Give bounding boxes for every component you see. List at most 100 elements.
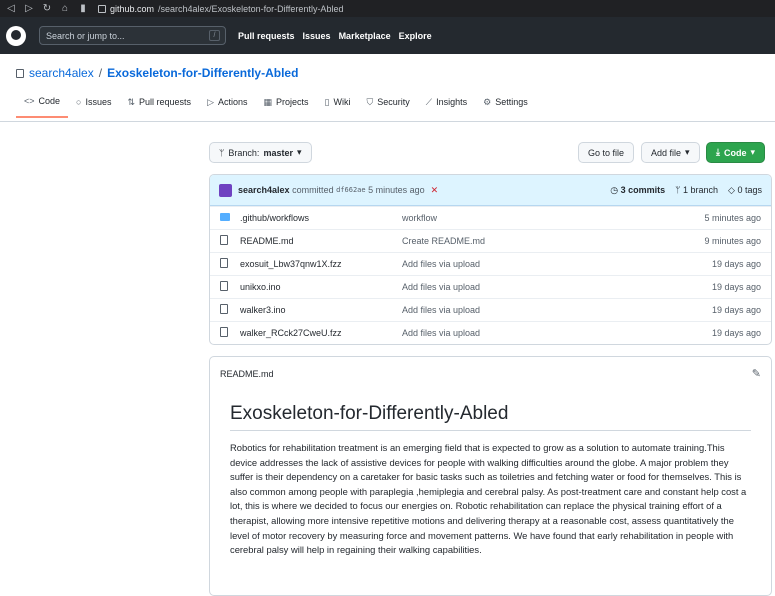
- readme-body: Robotics for rehabilitation treatment is…: [230, 442, 747, 556]
- tab-label: Wiki: [333, 97, 351, 107]
- file-name[interactable]: exosuit_Lbw37qnw1X.fzz: [240, 259, 402, 269]
- avatar[interactable]: [219, 183, 232, 197]
- tab-label: Issues: [85, 97, 112, 107]
- file-row[interactable]: README.md Create README.md 9 minutes ago: [210, 229, 771, 252]
- pencil-icon[interactable]: ✎: [752, 367, 761, 380]
- file-name[interactable]: README.md: [240, 236, 402, 246]
- file-icon: [220, 281, 228, 291]
- file-name[interactable]: walker_RCck27CweU.fzz: [240, 328, 402, 338]
- branches-count: 1 branch: [683, 184, 719, 195]
- readme-title: Exoskeleton-for-Differently-Abled: [230, 403, 751, 431]
- tab-issues[interactable]: ○ Issues: [68, 96, 119, 118]
- tab-security[interactable]: ⛉ Security: [358, 96, 417, 118]
- file-row[interactable]: exosuit_Lbw37qnw1X.fzz Add files via upl…: [210, 252, 771, 275]
- project-icon: ▦: [263, 96, 273, 107]
- tags-count: 0 tags: [737, 184, 762, 195]
- file-icon: [220, 327, 228, 337]
- tab-label: Insights: [436, 97, 468, 107]
- back-icon[interactable]: ◁: [6, 0, 16, 17]
- home-icon[interactable]: ⌂: [60, 0, 70, 17]
- global-nav: Pull requests Issues Marketplace Explore: [238, 31, 432, 41]
- tab-label: Code: [38, 96, 61, 106]
- gear-icon: ⚙: [483, 96, 492, 107]
- branch-label: Branch:: [228, 147, 260, 158]
- file-name[interactable]: walker3.ino: [240, 305, 402, 315]
- file-commit-message[interactable]: Add files via upload: [402, 305, 712, 315]
- search-input[interactable]: Search or jump to... /: [39, 26, 226, 45]
- folder-icon: [220, 213, 230, 221]
- search-shortcut-badge: /: [209, 30, 220, 41]
- repo-name-link[interactable]: Exoskeleton-for-Differently-Abled: [107, 66, 298, 80]
- search-placeholder: Search or jump to...: [46, 30, 125, 41]
- go-to-file-button[interactable]: Go to file: [578, 142, 635, 163]
- commit-sha[interactable]: df662ae: [336, 186, 366, 194]
- file-commit-message[interactable]: Create README.md: [402, 236, 704, 246]
- add-file-button[interactable]: Add file ▾: [641, 142, 700, 163]
- tab-label: Projects: [276, 97, 309, 107]
- tab-settings[interactable]: ⚙ Settings: [475, 96, 536, 118]
- file-age: 5 minutes ago: [704, 213, 761, 223]
- file-commit-message[interactable]: Add files via upload: [402, 282, 712, 292]
- github-logo-icon[interactable]: [6, 25, 26, 46]
- tab-pull-requests[interactable]: ⇅ Pull requests: [119, 96, 199, 118]
- nav-explore[interactable]: Explore: [399, 31, 432, 41]
- nav-issues[interactable]: Issues: [303, 31, 331, 41]
- latest-commit-bar: search4alex committed df662ae 5 minutes …: [210, 175, 771, 206]
- commit-time: 5 minutes ago: [368, 185, 425, 195]
- tabs-divider: [0, 121, 775, 122]
- go-to-file-label: Go to file: [588, 147, 625, 158]
- tab-wiki[interactable]: ▯ Wiki: [317, 96, 359, 118]
- tab-label: Security: [377, 97, 410, 107]
- file-row[interactable]: unikxo.ino Add files via upload 19 days …: [210, 275, 771, 298]
- file-age: 19 days ago: [711, 259, 761, 269]
- nav-marketplace[interactable]: Marketplace: [339, 31, 391, 41]
- readme-header: README.md ✎: [210, 357, 771, 390]
- forward-icon[interactable]: ▷: [24, 0, 34, 17]
- add-file-label: Add file: [651, 147, 682, 158]
- file-row[interactable]: walker_RCck27CweU.fzz Add files via uplo…: [210, 321, 771, 344]
- chevron-down-icon: ▾: [296, 147, 302, 157]
- file-row[interactable]: .github/workflows workflow 5 minutes ago: [210, 206, 771, 229]
- play-icon: ▷: [207, 96, 214, 107]
- repo-breadcrumb: search4alex / Exoskeleton-for-Differentl…: [16, 66, 298, 80]
- tab-insights[interactable]: ⟋ Insights: [418, 96, 475, 118]
- branch-icon: ᛘ: [219, 147, 225, 158]
- file-row[interactable]: walker3.ino Add files via upload 19 days…: [210, 298, 771, 321]
- status-failed-icon[interactable]: ✕: [431, 185, 439, 196]
- tags-link[interactable]: ◇ 0 tags: [728, 185, 762, 196]
- browser-toolbar: ◁ ▷ ↻ ⌂ ▮ github.com/search4alex/Exoskel…: [0, 0, 775, 17]
- file-age: 9 minutes ago: [704, 236, 761, 246]
- tab-label: Pull requests: [139, 97, 192, 107]
- tab-projects[interactable]: ▦ Projects: [256, 96, 317, 118]
- file-commit-message[interactable]: Add files via upload: [402, 328, 712, 338]
- file-icon: [220, 304, 228, 314]
- commits-link[interactable]: ◷ 3 commits: [610, 185, 665, 196]
- repo-owner-link[interactable]: search4alex: [29, 66, 94, 80]
- readme-filename[interactable]: README.md: [220, 369, 274, 379]
- branch-name: master: [263, 147, 293, 158]
- url-host: github.com: [110, 3, 155, 14]
- branch-icon: ᛘ: [675, 184, 684, 195]
- chevron-down-icon: ▾: [750, 147, 756, 157]
- file-age: 19 days ago: [711, 282, 761, 292]
- file-name[interactable]: .github/workflows: [240, 213, 402, 223]
- tab-code[interactable]: <> Code: [16, 96, 69, 118]
- download-icon: ⤓: [716, 147, 720, 157]
- address-bar[interactable]: github.com/search4alex/Exoskeleton-for-D…: [98, 4, 343, 14]
- file-name[interactable]: unikxo.ino: [240, 282, 402, 292]
- breadcrumb-separator: /: [98, 66, 103, 80]
- branches-link[interactable]: ᛘ 1 branch: [675, 185, 718, 196]
- tab-actions[interactable]: ▷ Actions: [199, 96, 255, 118]
- code-button[interactable]: ⤓ Code ▾: [706, 142, 766, 163]
- bookmark-icon[interactable]: ▮: [78, 0, 88, 17]
- code-icon: <>: [24, 96, 35, 106]
- file-commit-message[interactable]: workflow: [402, 213, 704, 223]
- file-commit-message[interactable]: Add files via upload: [402, 259, 712, 269]
- reload-icon[interactable]: ↻: [42, 0, 52, 17]
- file-icon: [220, 235, 228, 245]
- nav-pull-requests[interactable]: Pull requests: [238, 31, 295, 41]
- repo-tabs: <> Code ○ Issues ⇅ Pull requests ▷ Actions ▦…: [16, 96, 536, 118]
- chevron-down-icon: ▾: [685, 147, 690, 157]
- branch-select-button[interactable]: ᛘ Branch: master ▾: [209, 142, 312, 163]
- commit-author[interactable]: search4alex: [238, 185, 290, 195]
